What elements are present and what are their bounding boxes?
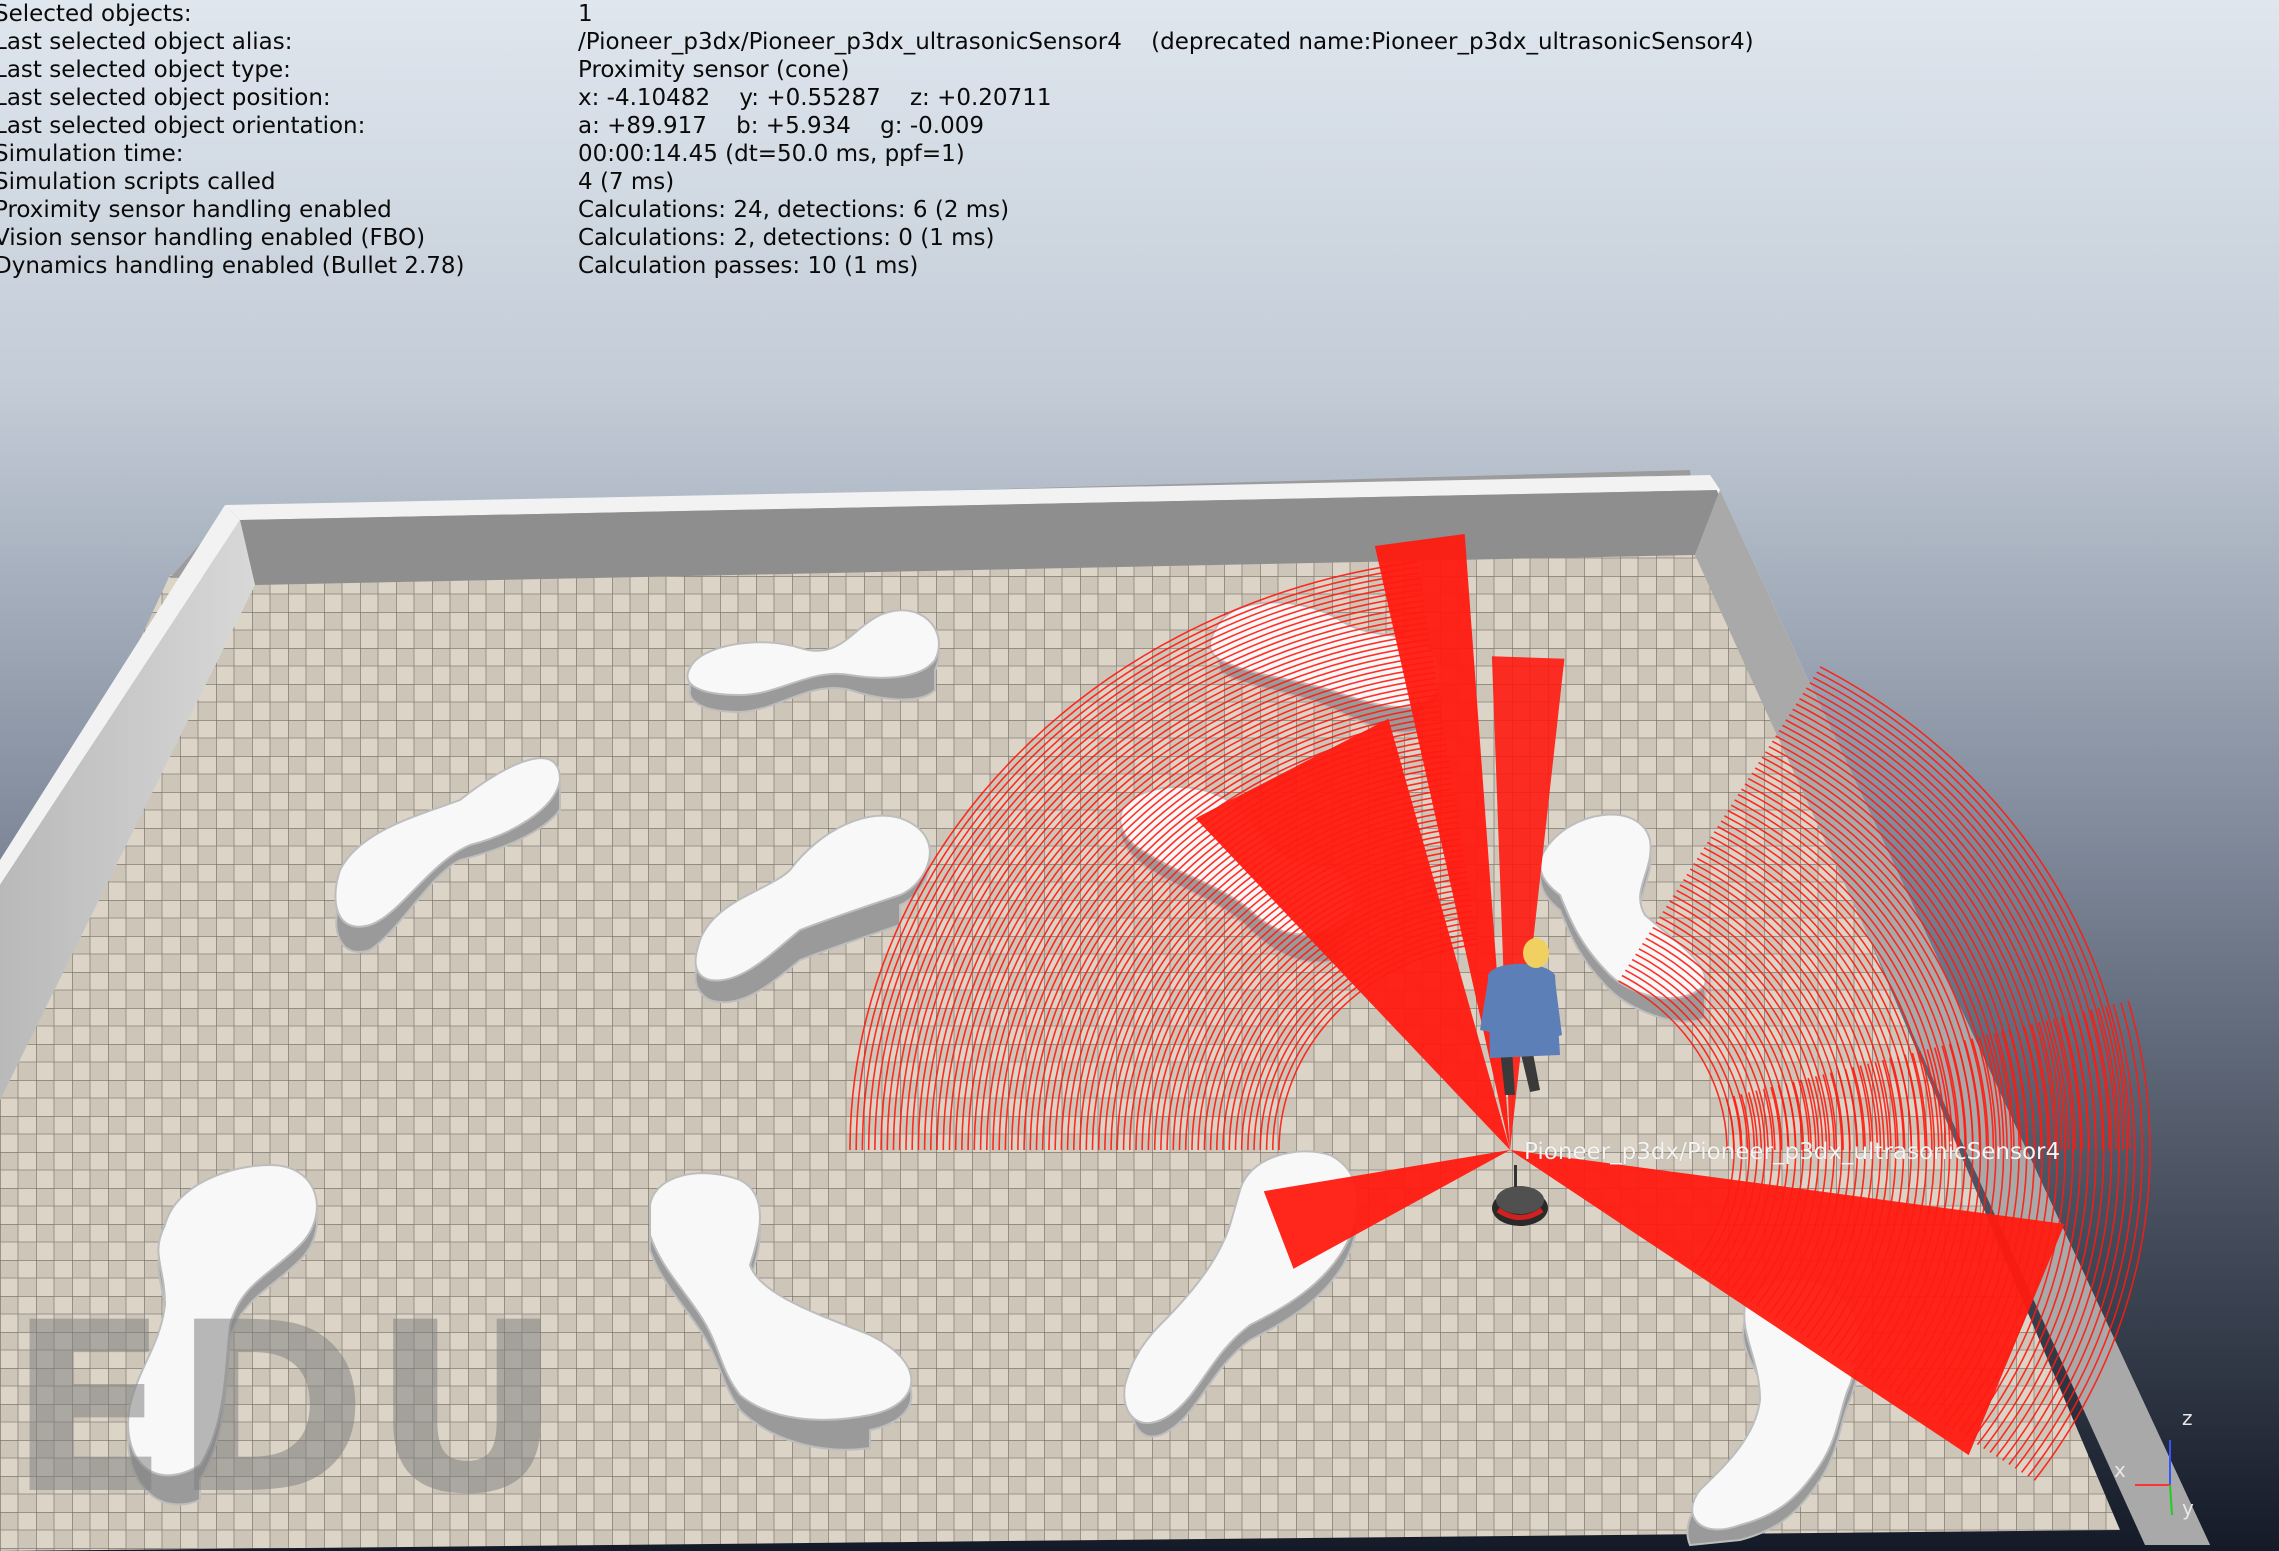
axis-label-y: y bbox=[2182, 1496, 2194, 1520]
scene-viewport[interactable]: Selected objects: 1 Last selected object a… bbox=[0, 0, 2279, 1551]
selected-object-label: Pioneer_p3dx/Pioneer_p3dx_ultrasonicSens… bbox=[1524, 1139, 2061, 1165]
axis-label-x: x bbox=[2114, 1458, 2126, 1482]
edu-watermark: EDU bbox=[8, 1273, 567, 1546]
axis-label-z: z bbox=[2182, 1406, 2193, 1430]
